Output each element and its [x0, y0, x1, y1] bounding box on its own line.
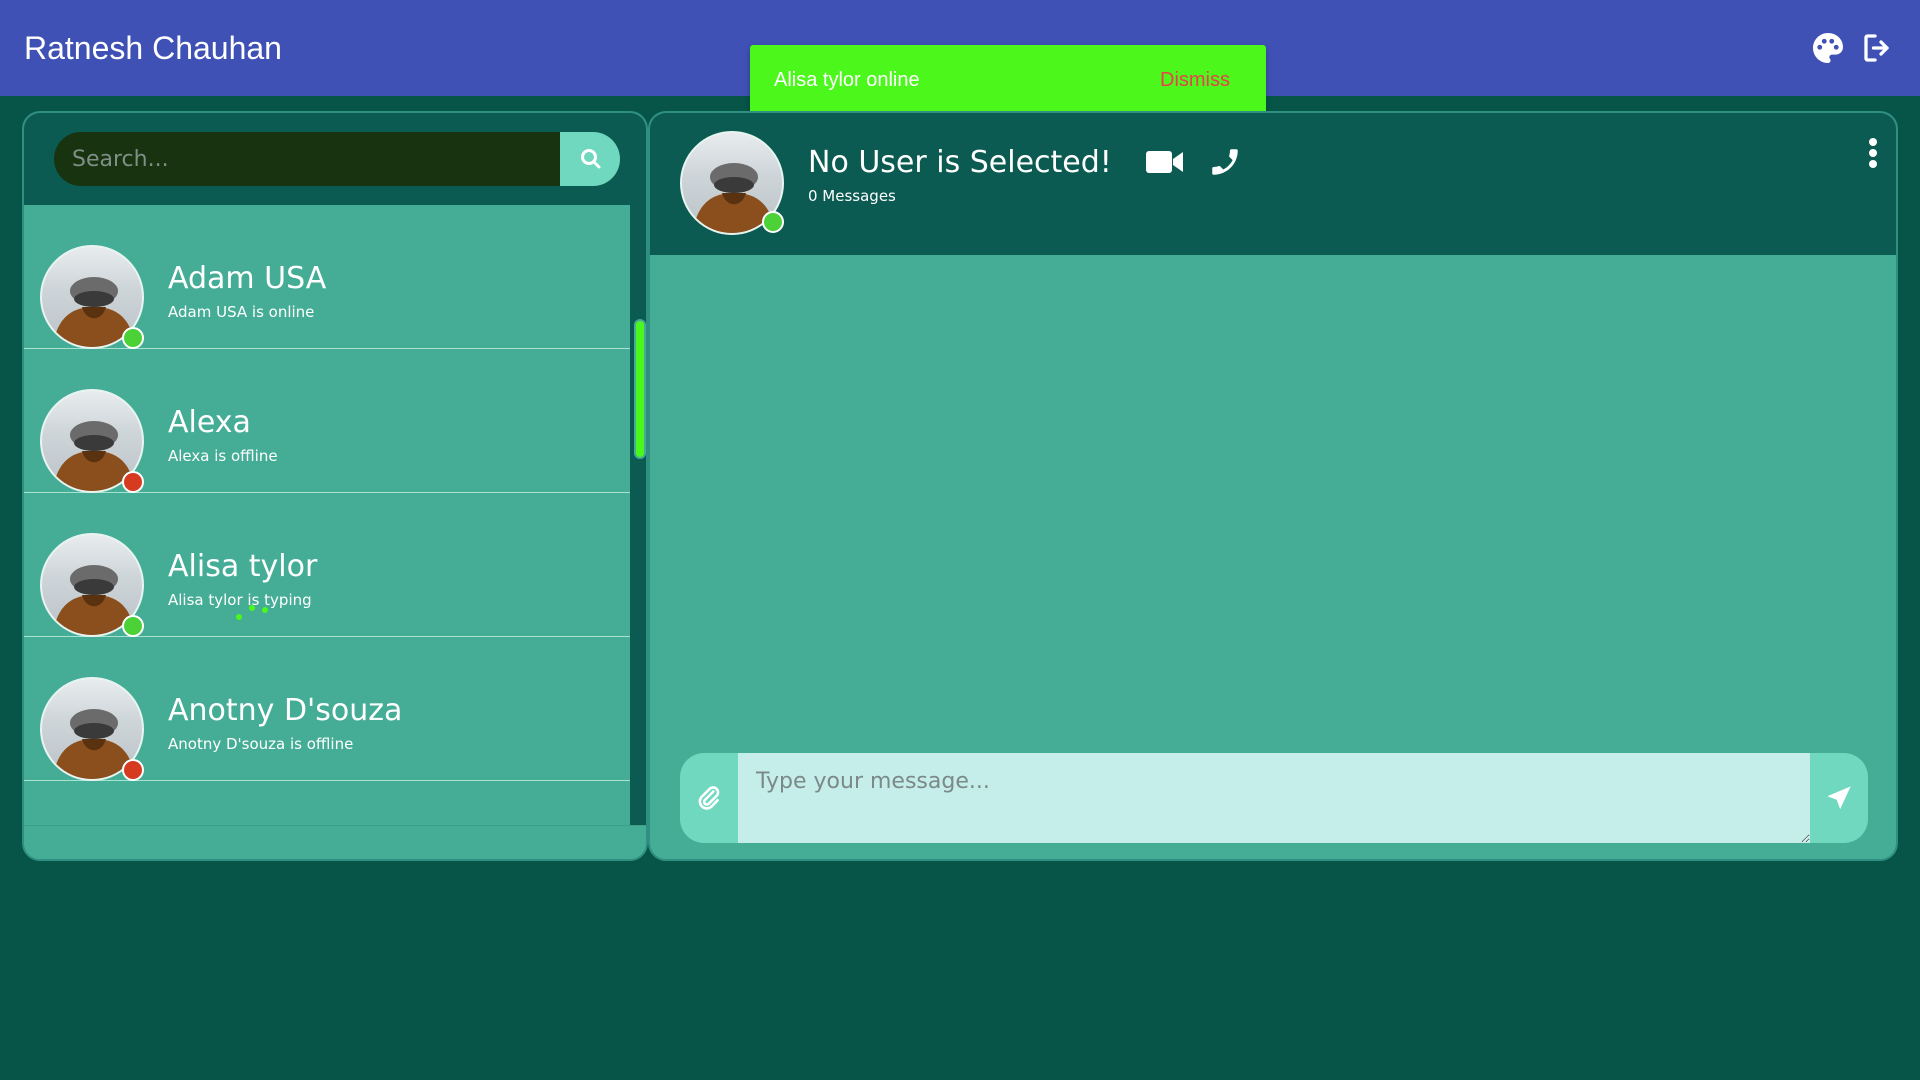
- send-icon: [1827, 786, 1851, 810]
- contact-name: Alexa: [168, 405, 251, 440]
- message-input[interactable]: [738, 753, 1810, 843]
- online-status-indicator: [122, 615, 144, 637]
- offline-status-indicator: [122, 471, 144, 493]
- contact-status: Anotny D'souza is offline: [168, 735, 354, 753]
- contacts-panel-footer: [24, 825, 646, 859]
- contact-item-adam-usa[interactable]: Adam USA Adam USA is online: [24, 205, 630, 349]
- search-input[interactable]: [54, 132, 580, 186]
- send-button[interactable]: [1810, 753, 1868, 843]
- search-icon: [581, 149, 601, 169]
- paperclip-icon: [698, 786, 720, 810]
- contact-list: Adam USA Adam USA is online Alexa Alexa …: [24, 205, 630, 829]
- notification-toast: Alisa tylor online Dismiss: [750, 45, 1266, 117]
- contact-item-anotny-dsouza[interactable]: Anotny D'souza Anotny D'souza is offline: [24, 637, 630, 781]
- video-camera-icon[interactable]: [1146, 149, 1184, 180]
- search-button[interactable]: [560, 132, 620, 186]
- attach-button[interactable]: [680, 753, 738, 843]
- search-bar: [24, 113, 646, 205]
- message-count: 0 Messages: [808, 187, 896, 205]
- contact-name: Adam USA: [168, 261, 327, 296]
- message-area: [650, 255, 1896, 735]
- message-composer: [680, 753, 1868, 843]
- scrollbar-thumb[interactable]: [634, 319, 646, 459]
- dismiss-button[interactable]: Dismiss: [1160, 69, 1230, 92]
- app-title: Ratnesh Chauhan: [24, 30, 282, 66]
- contact-item-alexa[interactable]: Alexa Alexa is offline: [24, 349, 630, 493]
- online-status-indicator: [762, 211, 784, 233]
- contact-status: Alisa tylor is typing: [168, 591, 312, 609]
- contact-item-alisa-tylor[interactable]: Alisa tylor Alisa tylor is typing: [24, 493, 630, 637]
- chat-header: No User is Selected! 0 Messages: [650, 113, 1896, 255]
- offline-status-indicator: [122, 759, 144, 781]
- contact-status: Alexa is offline: [168, 447, 278, 465]
- chat-title: No User is Selected!: [808, 145, 1112, 180]
- palette-icon[interactable]: [1810, 30, 1846, 66]
- contacts-panel: Adam USA Adam USA is online Alexa Alexa …: [22, 111, 648, 861]
- chat-panel: No User is Selected! 0 Messages: [648, 111, 1898, 861]
- contact-name: Alisa tylor: [168, 549, 318, 584]
- online-status-indicator: [122, 327, 144, 349]
- toast-message: Alisa tylor online: [774, 69, 920, 91]
- contact-name: Anotny D'souza: [168, 693, 403, 728]
- contact-status: Adam USA is online: [168, 303, 315, 321]
- logout-icon[interactable]: [1860, 30, 1896, 66]
- phone-icon[interactable]: [1208, 145, 1242, 184]
- contact-list-scrollbar[interactable]: [630, 205, 646, 825]
- more-vertical-icon[interactable]: [1868, 137, 1878, 174]
